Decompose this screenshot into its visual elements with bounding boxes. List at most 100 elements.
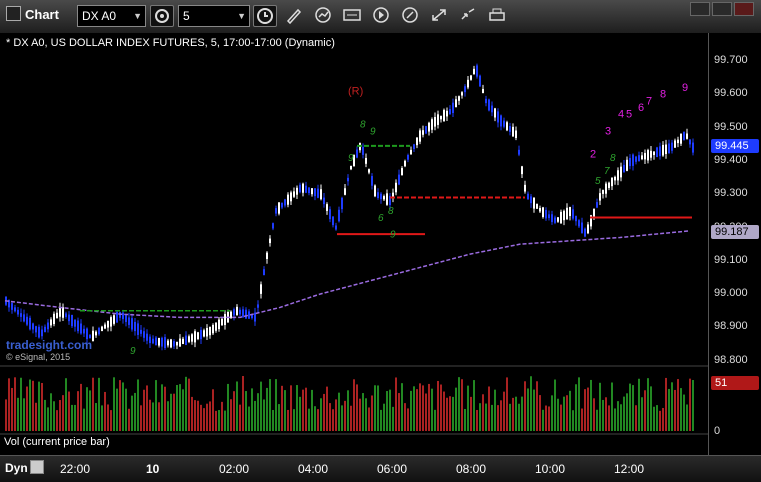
copyright-text: © eSignal, 2015 xyxy=(6,352,71,362)
quote-button[interactable] xyxy=(341,5,363,27)
candle-body xyxy=(134,321,136,332)
volume-bar xyxy=(41,382,43,431)
close-button[interactable] xyxy=(734,2,754,16)
scale-toggle-icon[interactable] xyxy=(30,460,44,474)
volume-bar xyxy=(647,378,649,431)
volume-bar xyxy=(686,404,688,431)
volume-last-tag: 51 xyxy=(711,376,759,390)
time-axis-bar[interactable]: Dyn 22:00 10 02:00 04:00 06:00 08:00 10:00 12:0… xyxy=(0,455,761,482)
maximize-button[interactable] xyxy=(712,2,732,16)
candle-body xyxy=(368,169,370,173)
volume-bar xyxy=(119,380,121,431)
volume-bar xyxy=(437,380,439,431)
candle-body xyxy=(542,207,544,217)
volume-bar xyxy=(623,396,625,431)
volume-bar xyxy=(389,389,391,431)
volume-bar xyxy=(272,409,274,431)
candle-body xyxy=(26,316,28,325)
refresh-icon xyxy=(315,7,331,23)
candle-body xyxy=(47,322,49,330)
volume-legend: Vol (current price bar) xyxy=(4,436,110,448)
candle-body xyxy=(671,142,673,151)
price-chart[interactable]: (R)234 567898996895789 xyxy=(0,33,708,455)
chart-panel[interactable]: (R) 2 3 4 5 6 7 8 9 8 9 9 6 8 9 5 7 8 9 xyxy=(0,33,708,455)
candle-body xyxy=(11,303,13,310)
time-tick-label: 12:00 xyxy=(614,462,645,476)
candle-body xyxy=(281,202,283,208)
interval-dropdown-icon[interactable]: ▼ xyxy=(237,6,246,26)
candle-body xyxy=(293,191,295,197)
sequential-count: 5 xyxy=(626,109,632,121)
time-template-button[interactable] xyxy=(253,5,277,27)
volume-bar xyxy=(32,380,34,431)
volume-bar xyxy=(614,408,616,431)
refresh-button[interactable] xyxy=(312,5,334,27)
transfer-button[interactable] xyxy=(428,5,450,27)
print-button[interactable] xyxy=(486,5,508,27)
volume-bar xyxy=(140,405,142,431)
volume-bar xyxy=(230,399,232,431)
candle-body xyxy=(629,157,631,167)
candle-body xyxy=(206,328,208,337)
volume-bar xyxy=(380,409,382,431)
candle-body xyxy=(632,154,634,166)
volume-bar xyxy=(38,381,40,431)
setup-count: 9 xyxy=(348,153,354,164)
volume-bar xyxy=(611,382,613,431)
interval-input[interactable]: 5 ▼ xyxy=(178,5,250,27)
candle-body xyxy=(140,329,142,334)
candle-body xyxy=(446,110,448,117)
candle-body xyxy=(95,331,97,336)
link-button[interactable] xyxy=(399,5,421,27)
candle-body xyxy=(155,337,157,346)
volume-bar xyxy=(98,377,100,431)
candle-body xyxy=(137,323,139,335)
candle-body xyxy=(626,159,628,171)
candle-body xyxy=(467,79,469,88)
volume-bar xyxy=(416,389,418,431)
setup-count: 5 xyxy=(595,176,601,187)
arrows-button[interactable] xyxy=(457,5,479,27)
clock-icon xyxy=(257,8,273,24)
volume-bar xyxy=(632,385,634,431)
candle-body xyxy=(128,317,130,325)
volume-bar xyxy=(338,392,340,431)
volume-bar xyxy=(422,385,424,431)
volume-bar xyxy=(461,379,463,431)
symbol-input[interactable]: DX A0 ▼ xyxy=(77,5,146,27)
symbol-dropdown-icon[interactable]: ▼ xyxy=(133,6,142,26)
volume-bar xyxy=(668,388,670,431)
candle-body xyxy=(356,149,358,158)
volume-bar xyxy=(173,393,175,431)
volume-bar xyxy=(80,383,82,431)
price-tick-label: 98.900 xyxy=(714,320,748,332)
minimize-button[interactable] xyxy=(690,2,710,16)
symbol-settings-button[interactable] xyxy=(150,5,174,27)
volume-bar xyxy=(377,385,379,431)
candle-body xyxy=(596,202,598,208)
volume-bar xyxy=(449,396,451,431)
volume-bar xyxy=(485,403,487,431)
candle-body xyxy=(578,220,580,227)
volume-bar xyxy=(236,381,238,431)
candle-body xyxy=(554,217,556,223)
volume-bar xyxy=(431,388,433,431)
candle-body xyxy=(650,150,652,158)
volume-bar xyxy=(455,387,457,431)
candle-body xyxy=(263,269,265,276)
setup-count: 9 xyxy=(130,346,136,357)
annotation-r: (R) xyxy=(348,85,363,97)
draw-tool-button[interactable] xyxy=(283,5,305,27)
interval-value: 5 xyxy=(183,9,190,23)
volume-bar xyxy=(617,401,619,431)
candle-body xyxy=(377,192,379,198)
sequential-count: 7 xyxy=(646,95,652,107)
time-tick-label: 04:00 xyxy=(298,462,329,476)
volume-bar xyxy=(638,378,640,431)
play-button[interactable] xyxy=(370,5,392,27)
volume-bar xyxy=(314,406,316,431)
candle-body xyxy=(443,109,445,122)
quote-icon xyxy=(343,9,361,21)
candle-body xyxy=(494,108,496,118)
price-tick-label: 99.500 xyxy=(714,121,748,133)
